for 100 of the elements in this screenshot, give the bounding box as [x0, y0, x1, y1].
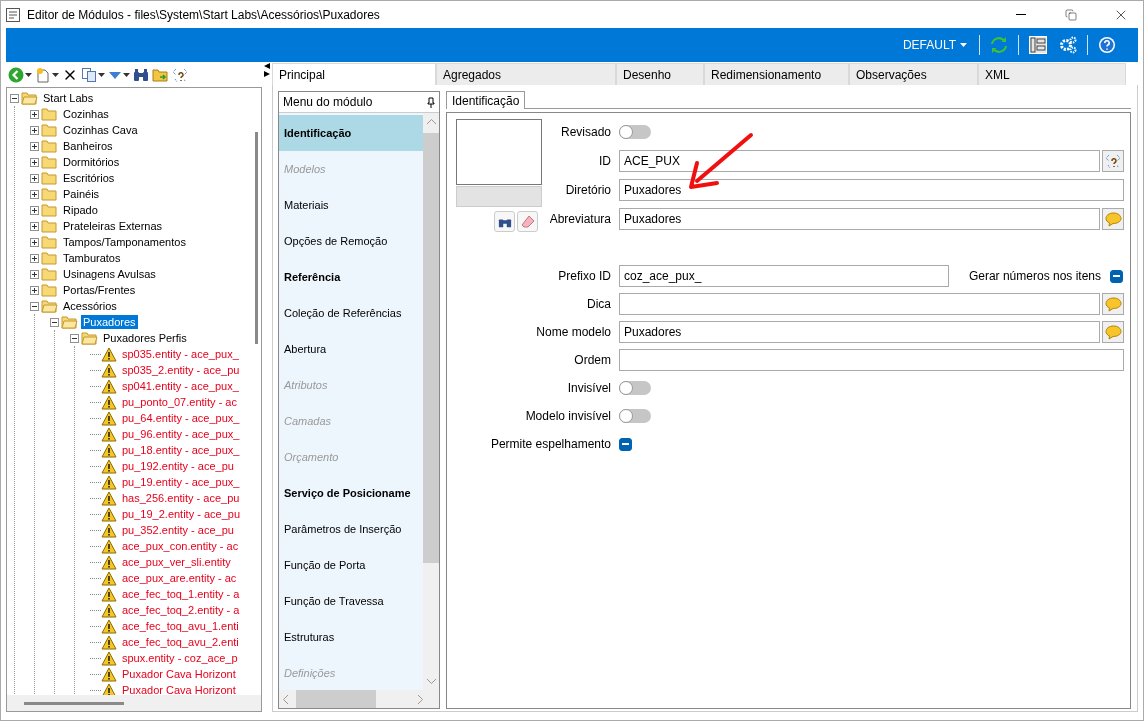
menu-item[interactable]: Parâmetros de Inserção	[279, 511, 423, 547]
text-field[interactable]: coz_ace_pux_	[619, 265, 949, 287]
tree-item[interactable]: Puxador Cava Horizont	[120, 667, 238, 681]
collapse-icon[interactable]	[70, 333, 79, 343]
tree-item[interactable]: sp041.entity - ace_pux_	[120, 379, 241, 393]
tree-item[interactable]: Start Labs	[41, 91, 96, 105]
expand-icon[interactable]	[30, 173, 39, 183]
tree-item[interactable]: Tamburatos	[61, 251, 123, 265]
menu-item[interactable]: Função de Travessa	[279, 583, 423, 619]
tree-item[interactable]: Escritórios	[61, 171, 117, 185]
tree-item[interactable]: pu_19_2.entity - ace_pu	[120, 507, 243, 521]
tree-item[interactable]: pu_96.entity - ace_pux_	[120, 427, 242, 441]
xml-button[interactable]	[172, 66, 188, 84]
tree-item[interactable]: pu_352.entity - ace_pu	[120, 523, 236, 537]
expand-icon[interactable]	[30, 237, 39, 247]
copy-button[interactable]	[81, 66, 105, 84]
tree-item[interactable]: Cozinhas Cava	[61, 123, 140, 137]
checkbox[interactable]	[619, 437, 632, 451]
tree-item[interactable]: has_256.entity - ace_pu	[120, 491, 242, 505]
tree-item[interactable]: pu_64.entity - ace_pux_	[120, 411, 242, 425]
tab[interactable]: Observações	[849, 63, 978, 85]
back-button[interactable]	[8, 66, 32, 84]
expand-icon[interactable]	[30, 109, 39, 119]
tree-item[interactable]: pu_ponto_07.entity - ac	[120, 395, 239, 409]
tree-item[interactable]: Ripado	[61, 203, 100, 217]
tree-item[interactable]: ace_fec_toq_1.entity - a	[120, 587, 242, 601]
tree-item[interactable]: ace_fec_toq_2.entity - a	[120, 603, 242, 617]
tree-item[interactable]: ace_fec_toq_avu_1.enti	[120, 619, 241, 633]
comment-button[interactable]	[1102, 208, 1124, 231]
expand-icon[interactable]	[30, 157, 39, 167]
tree-item[interactable]: Portas/Frentes	[61, 283, 138, 297]
tree-item[interactable]: sp035.entity - ace_pux_	[120, 347, 241, 361]
profile-dropdown[interactable]: DEFAULT	[898, 38, 971, 52]
text-field[interactable]: Puxadores	[619, 321, 1100, 343]
expand-icon[interactable]	[30, 221, 39, 231]
text-field[interactable]: ACE_PUX	[619, 149, 1100, 172]
text-field[interactable]	[619, 293, 1100, 315]
expand-icon[interactable]	[30, 141, 39, 151]
tree-item[interactable]: Puxadores Perfis	[101, 331, 189, 345]
tree-item[interactable]: Prateleiras Externas	[61, 219, 165, 233]
tree-item[interactable]: Acessórios	[61, 299, 119, 313]
tree-item[interactable]: Banheiros	[61, 139, 115, 153]
toggle-switch[interactable]	[619, 124, 651, 139]
tree-item[interactable]: ace_pux_are.entity - ac	[120, 571, 239, 585]
tab[interactable]: Agregados	[436, 63, 616, 85]
expand-icon[interactable]	[30, 269, 39, 279]
menu-item[interactable]: Abertura	[279, 331, 423, 367]
toggle-switch[interactable]	[619, 409, 651, 423]
menu-item[interactable]: Referência	[279, 259, 423, 295]
xml-help-button[interactable]	[1102, 149, 1124, 172]
checkbox[interactable]	[1110, 269, 1123, 283]
tab[interactable]: Desenho	[616, 63, 704, 85]
tree-item[interactable]: sp035_2.entity - ace_pu	[120, 363, 242, 377]
menu-item[interactable]: Materiais	[279, 187, 423, 223]
menu-item[interactable]: Serviço de Posicioname	[279, 475, 423, 511]
collapse-arrows-icon[interactable]	[263, 63, 271, 77]
collapse-icon[interactable]	[10, 93, 19, 103]
tree-item[interactable]: ace_pux_ver_sli.entity	[120, 555, 233, 569]
horizontal-scrollbar[interactable]	[7, 695, 261, 711]
expand-icon[interactable]	[30, 253, 39, 263]
layout-button[interactable]	[1027, 34, 1049, 56]
menu-item[interactable]: Função de Porta	[279, 547, 423, 583]
tab[interactable]: Redimensionamento	[704, 63, 849, 85]
menu-item[interactable]: Opções de Remoção	[279, 223, 423, 259]
expand-icon[interactable]	[30, 125, 39, 135]
tree-item[interactable]: ace_fec_toq_avu_2.enti	[120, 635, 241, 649]
pin-icon[interactable]	[427, 96, 435, 108]
menu-item[interactable]: Identificação	[279, 115, 423, 151]
search-button[interactable]	[133, 66, 149, 84]
expand-icon[interactable]	[30, 189, 39, 199]
tree-item[interactable]: Painéis	[61, 187, 102, 201]
tree-item[interactable]: Puxadores	[81, 315, 138, 329]
tab[interactable]: Identificação	[446, 91, 526, 109]
tree-item[interactable]: spux.entity - coz_ace_p	[120, 651, 240, 665]
menu-item[interactable]: Estruturas	[279, 619, 423, 655]
tab[interactable]: XML	[978, 63, 1126, 85]
collapse-icon[interactable]	[30, 301, 39, 311]
tree-item[interactable]: pu_18.entity - ace_pux_	[120, 443, 242, 457]
expand-icon[interactable]	[30, 205, 39, 215]
text-field[interactable]	[619, 349, 1124, 371]
collapse-icon[interactable]	[50, 317, 59, 327]
menu-item[interactable]: Coleção de Referências	[279, 295, 423, 331]
help-button[interactable]	[1096, 34, 1118, 56]
tree-item[interactable]: Dormitórios	[61, 155, 122, 169]
tree-item[interactable]: Puxador Cava Horizont	[120, 683, 238, 695]
tree-item[interactable]: Tampos/Tamponamentos	[61, 235, 188, 249]
toggle-switch[interactable]	[619, 381, 651, 395]
tab[interactable]: Principal	[272, 63, 436, 85]
text-field[interactable]: Puxadores	[619, 179, 1124, 202]
tree-item[interactable]: ace_pux_con.entity - ac	[120, 539, 241, 553]
search-button[interactable]	[494, 211, 515, 232]
tree-item[interactable]: Cozinhas	[61, 107, 111, 121]
settings-button[interactable]	[1057, 34, 1079, 56]
tree-item[interactable]: pu_19.entity - ace_pux_	[120, 475, 242, 489]
expand-icon[interactable]	[30, 285, 39, 295]
new-button[interactable]	[35, 66, 59, 84]
tree-item[interactable]: Usinagens Avulsas	[61, 267, 158, 281]
tree-item[interactable]: pu_192.entity - ace_pu	[120, 459, 236, 473]
folder-icon	[41, 235, 58, 249]
text-field[interactable]: Puxadores	[619, 208, 1100, 231]
